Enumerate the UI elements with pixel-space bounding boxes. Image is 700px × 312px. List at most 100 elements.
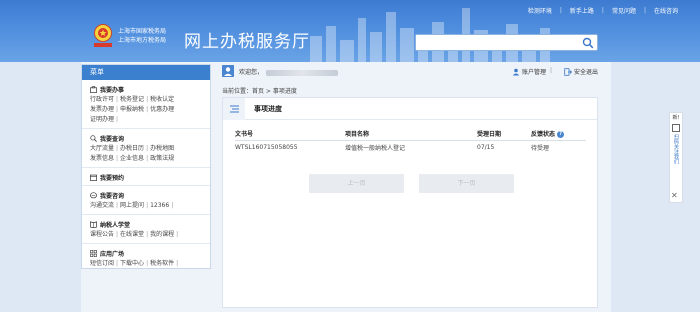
section-title[interactable]: 纳税人学堂 xyxy=(90,219,204,229)
link-administrative-permit[interactable]: 行政许可 xyxy=(90,96,114,103)
logout-link[interactable]: 安全退出 xyxy=(564,67,598,76)
account-icon xyxy=(512,68,520,75)
sidebar-section-school: 纳税人学堂 课程公告 | 在线课堂 | 我的课程 | xyxy=(82,215,210,244)
link-tax-declaration[interactable]: 申报纳税 xyxy=(120,106,144,113)
help-icon[interactable]: ? xyxy=(557,131,565,139)
link-tax-determination[interactable]: 税收认定 xyxy=(150,96,174,103)
breadcrumb: 当前位置：首页 > 事项进度 xyxy=(222,88,297,95)
site-title: 网上办税服务厅 xyxy=(184,32,310,52)
link-enterprise-info[interactable]: 企业信息 xyxy=(120,155,144,162)
close-icon[interactable]: ✕ xyxy=(671,191,678,200)
link-hall-traffic[interactable]: 大厅流量 xyxy=(90,145,114,152)
section-title-label: 纳税人学堂 xyxy=(100,221,131,229)
bureau-names: 上海市国家税务局 上海市地方税务局 xyxy=(118,27,166,45)
link-communication[interactable]: 沟通交流 xyxy=(90,202,114,209)
floating-follow-tab[interactable]: 新! 扫码关注我们 xyxy=(669,112,683,203)
item-name-cell: 增值税一般纳税人登记 xyxy=(345,144,406,152)
menu-toggle-button[interactable] xyxy=(223,97,245,120)
link-online-question[interactable]: 网上提问 xyxy=(120,202,144,209)
next-page-button[interactable]: 下一页 xyxy=(419,174,514,193)
chat-icon xyxy=(90,191,97,198)
link-course-notice[interactable]: 课程公告 xyxy=(90,231,114,238)
link-tax-registration[interactable]: 税务登记 xyxy=(120,96,144,103)
col-accept-date: 受理日期 xyxy=(477,128,531,141)
col-feedback-status-label: 反馈状态 xyxy=(531,131,556,139)
nav-separator: | xyxy=(559,7,562,14)
panel-header: 事项进度 xyxy=(223,97,597,120)
prev-page-button[interactable]: 上一页 xyxy=(309,174,404,193)
top-nav: 检测环境 | 新手上路 | 常见问题 | 在线咨询 xyxy=(528,6,678,15)
sidebar-section-query: 我要查询 大厅流量 | 办税日历 | 办税地图 发票信息 | 企业信息 | 政策法规 xyxy=(82,129,210,168)
link-my-courses[interactable]: 我的课程 xyxy=(150,231,174,238)
nav-check-environment[interactable]: 检测环境 xyxy=(528,6,552,15)
welcome-label: 欢迎您， xyxy=(239,69,264,76)
doc-number-link[interactable]: WTSL160715058055 xyxy=(235,140,345,154)
col-feedback-status: 反馈状态? xyxy=(531,128,586,141)
account-management-link[interactable]: 账户管理 xyxy=(512,67,546,76)
sidebar-header: 菜单 xyxy=(82,65,210,80)
progress-table: 文书号 项目名称 受理日期 反馈状态? WTSL160715058055 增值税… xyxy=(235,128,586,154)
search-input[interactable] xyxy=(416,35,576,50)
account-management-label: 账户管理 xyxy=(521,69,546,76)
section-links: 行政许可 | 税务登记 | 税收认定 发票办理 | 申报纳税 | 优惠办理 证明办理 | xyxy=(90,96,175,123)
briefcase-icon xyxy=(90,85,97,93)
section-title-label: 我要咨询 xyxy=(100,192,125,200)
userbar-separator: | xyxy=(549,67,552,74)
link-tax-map[interactable]: 办税地图 xyxy=(150,145,174,152)
bureau-line-1: 上海市国家税务局 xyxy=(118,28,167,35)
calendar-icon xyxy=(90,174,97,181)
nav-faq[interactable]: 常见问题 xyxy=(612,6,636,15)
sidebar-section-consult: 我要咨询 沟通交流 | 网上提问 | 12366 | xyxy=(82,186,210,215)
link-invoice-info[interactable]: 发票信息 xyxy=(90,155,114,162)
magnifier-icon xyxy=(90,134,97,142)
link-policies-regulations[interactable]: 政策法规 xyxy=(150,155,174,162)
section-links: 大厅流量 | 办税日历 | 办税地图 发票信息 | 企业信息 | 政策法规 xyxy=(90,145,175,162)
section-title-label: 我要查询 xyxy=(100,135,125,143)
logout-label: 安全退出 xyxy=(573,69,598,76)
grid-icon xyxy=(90,249,97,257)
link-certificate-handling[interactable]: 证明办理 xyxy=(90,116,114,123)
redacted-username xyxy=(266,69,339,76)
link-tax-software[interactable]: 税务软件 xyxy=(150,260,174,267)
section-links: 沟通交流 | 网上提问 | 12366 | xyxy=(90,202,174,209)
feedback-status-link[interactable]: 待受理 xyxy=(531,140,586,154)
col-item-name: 项目名称 xyxy=(345,128,477,141)
follow-us-text: 扫码关注我们 xyxy=(673,134,679,164)
link-preferential-handling[interactable]: 优惠办理 xyxy=(150,106,174,113)
nav-getting-started[interactable]: 新手上路 xyxy=(570,6,594,15)
qr-code-icon xyxy=(672,124,680,132)
link-sms-subscription[interactable]: 短信订阅 xyxy=(90,260,114,267)
book-icon xyxy=(90,220,97,228)
section-title-label: 我要预约 xyxy=(100,174,125,182)
table-row: WTSL160715058055 增值税一般纳税人登记 07/15 待受理 xyxy=(235,140,586,154)
section-title[interactable]: 我要预约 xyxy=(90,172,204,182)
section-title-label: 我要办事 xyxy=(100,86,125,94)
link-12366-hotline[interactable]: 12366 xyxy=(150,202,169,209)
sidebar-section-app-plaza: 应用广场 短信订阅 | 下载中心 | 税务软件 | xyxy=(82,244,210,272)
sidebar-menu: 菜单 我要办事 行政许可 | 税务登记 | 税收认定 发票办理 | 申报纳税 | 优惠办理 证明… xyxy=(81,64,211,269)
progress-panel: 事项进度 文书号 项目名称 受理日期 反馈状态? WTSL16071505805… xyxy=(222,97,598,308)
welcome-text: 欢迎您， xyxy=(239,67,339,76)
accept-date-cell: 07/15 xyxy=(477,143,495,151)
section-links: 短信订阅 | 下载中心 | 税务软件 | xyxy=(90,260,179,267)
table-header-row: 文书号 项目名称 受理日期 反馈状态? xyxy=(235,128,586,141)
link-tax-calendar[interactable]: 办税日历 xyxy=(120,145,144,152)
user-avatar-icon xyxy=(222,65,234,77)
sidebar-section-do-business: 我要办事 行政许可 | 税务登记 | 税收认定 发票办理 | 申报纳税 | 优惠办理 证明办理 | xyxy=(82,80,210,129)
tax-emblem-logo xyxy=(94,24,112,47)
link-invoice-handling[interactable]: 发票办理 xyxy=(90,106,114,113)
bureau-line-2: 上海市地方税务局 xyxy=(118,37,167,44)
list-menu-icon xyxy=(229,105,239,112)
link-download-center[interactable]: 下载中心 xyxy=(120,260,144,267)
search-icon[interactable] xyxy=(582,37,594,49)
section-links: 课程公告 | 在线课堂 | 我的课程 | xyxy=(90,231,179,238)
section-title[interactable]: 应用广场 xyxy=(90,248,204,258)
section-title-label: 应用广场 xyxy=(100,250,125,258)
nav-online-consult[interactable]: 在线咨询 xyxy=(654,6,678,15)
section-title[interactable]: 我要咨询 xyxy=(90,190,204,200)
section-title[interactable]: 我要查询 xyxy=(90,133,204,143)
link-online-class[interactable]: 在线课堂 xyxy=(120,231,144,238)
new-badge: 新! xyxy=(672,115,680,121)
section-title[interactable]: 我要办事 xyxy=(90,84,204,94)
nav-separator: | xyxy=(643,7,646,14)
